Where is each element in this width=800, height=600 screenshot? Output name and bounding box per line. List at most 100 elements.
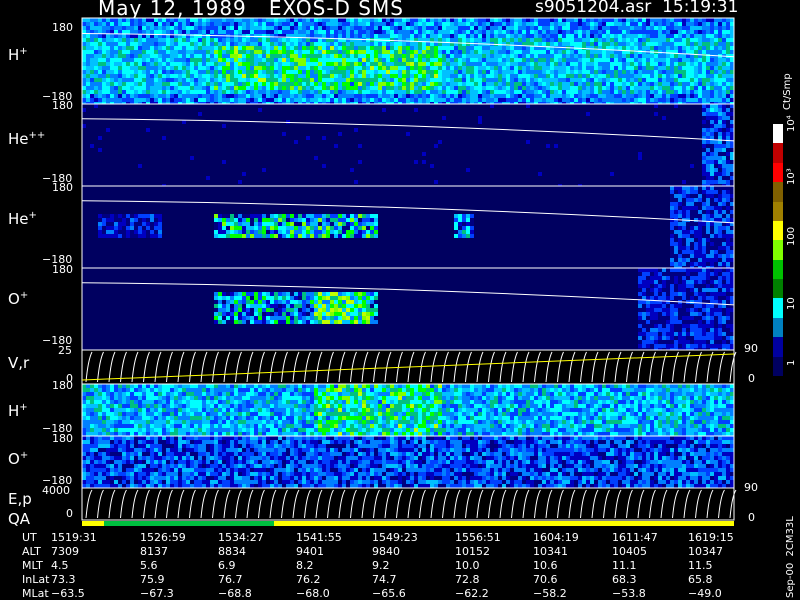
- panel-label-ep: E,p: [8, 490, 32, 508]
- table-cell: 10405: [612, 545, 647, 558]
- colorbar-segment: [773, 259, 783, 279]
- colorbar-segment: [773, 201, 783, 221]
- panel-he-plus: [81, 185, 735, 270]
- table-row-label: InLat: [22, 573, 50, 586]
- table-cell: 68.3: [612, 573, 637, 586]
- tick-h2-top: 180: [52, 379, 73, 392]
- panel-o-plus-2: [81, 435, 735, 489]
- colorbar-tick: 100: [786, 226, 797, 246]
- table-cell: 1534:27: [218, 531, 264, 544]
- colorbar-segment: [773, 143, 783, 163]
- panel-label-vr: V,r: [8, 354, 30, 372]
- table-cell: 8137: [140, 545, 168, 558]
- table-cell: 1619:15: [688, 531, 734, 544]
- table-cell: 9840: [372, 545, 400, 558]
- table-row-label: UT: [22, 531, 37, 544]
- table-cell: −53.8: [612, 587, 646, 600]
- tick-ep-right-bottom: 0: [748, 511, 755, 524]
- colorbar-segment: [773, 298, 783, 318]
- tick-ep-right-top: 90: [744, 481, 758, 494]
- table-cell: 1519:31: [51, 531, 97, 544]
- table-cell: 1611:47: [612, 531, 658, 544]
- table-cell: −68.8: [218, 587, 252, 600]
- table-cell: 10.0: [455, 559, 480, 572]
- colorbar-tick: 10³: [786, 168, 797, 185]
- table-cell: 5.6: [140, 559, 158, 572]
- colorbar-segment: [773, 162, 783, 183]
- tick-vr-top: 25: [58, 344, 72, 357]
- table-cell: 1604:19: [533, 531, 579, 544]
- panel-label-qa: QA: [8, 510, 31, 528]
- table-cell: 9401: [296, 545, 324, 558]
- tick-vr-right-top: 90: [744, 342, 758, 355]
- table-cell: 74.7: [372, 573, 397, 586]
- tick-hep-top: 180: [52, 181, 73, 194]
- colorbar-segment: [773, 356, 783, 376]
- table-cell: 76.2: [296, 573, 321, 586]
- tick-hepp-top: 180: [52, 99, 73, 112]
- table-cell: −62.2: [455, 587, 489, 600]
- colorbar-segment: [773, 279, 783, 299]
- table-cell: −49.0: [688, 587, 722, 600]
- tick-vr-right-bottom: 0: [748, 372, 755, 385]
- colorbar-segment: [773, 317, 783, 338]
- tick-o2-top: 180: [52, 432, 73, 445]
- table-cell: 10152: [455, 545, 490, 558]
- plot-area: [81, 17, 737, 526]
- table-cell: −63.5: [51, 587, 85, 600]
- colorbar-segment: [773, 182, 783, 202]
- panel-h-plus-2: [81, 383, 735, 437]
- table-cell: 75.9: [140, 573, 165, 586]
- panel-o-plus: [81, 267, 735, 352]
- table-cell: −65.6: [372, 587, 406, 600]
- tick-ep-top: 4000: [42, 484, 70, 497]
- table-cell: 4.5: [51, 559, 69, 572]
- table-cell: 1526:59: [140, 531, 186, 544]
- colorbar: [773, 124, 783, 376]
- tick-h-top: 180: [52, 21, 73, 34]
- colorbar-tick: 10⁴: [786, 115, 797, 132]
- table-cell: 11.1: [612, 559, 637, 572]
- table-cell: −67.3: [140, 587, 174, 600]
- panel-label-h-plus-2: H+: [8, 402, 28, 420]
- table-cell: 8.2: [296, 559, 314, 572]
- panel-h-plus: [81, 17, 735, 106]
- table-cell: 76.7: [218, 573, 243, 586]
- table-cell: 65.8: [688, 573, 713, 586]
- table-cell: 1556:51: [455, 531, 501, 544]
- table-row-label: MLat: [22, 587, 49, 600]
- panel-he-pp: [81, 103, 735, 188]
- table-row-label: ALT: [22, 545, 41, 558]
- panel-vr: [81, 349, 737, 385]
- table-cell: 9.2: [372, 559, 390, 572]
- table-cell: 10.6: [533, 559, 558, 572]
- table-cell: 11.5: [688, 559, 713, 572]
- table-cell: 8834: [218, 545, 246, 558]
- colorbar-unit: Ct/Smp: [782, 73, 793, 110]
- spectrogram-figure: May 12, 1989 EXOS-D SMS s9051204.asr 15:…: [0, 0, 800, 600]
- colorbar-segment: [773, 220, 783, 241]
- table-cell: 1549:23: [372, 531, 418, 544]
- table-cell: 10347: [688, 545, 723, 558]
- table-cell: 73.3: [51, 573, 76, 586]
- colorbar-tick: 10: [786, 297, 797, 310]
- table-cell: 70.6: [533, 573, 558, 586]
- qa-bar: [82, 521, 734, 526]
- colorbar-tick: 1: [786, 359, 797, 366]
- table-cell: 10341: [533, 545, 568, 558]
- table-row-label: MLT: [22, 559, 43, 572]
- colorbar-segment: [773, 337, 783, 357]
- tick-op-top: 180: [52, 263, 73, 276]
- table-cell: −68.0: [296, 587, 330, 600]
- panel-label-h-plus: H+: [8, 46, 28, 64]
- colorbar-segment: [773, 124, 783, 144]
- tick-ep-bottom: 0: [66, 507, 73, 520]
- side-note: Sep-00 2CM33L: [785, 516, 796, 598]
- panel-ep: [81, 487, 737, 521]
- table-cell: 6.9: [218, 559, 236, 572]
- panel-label-he-plus: He+: [8, 210, 37, 228]
- colorbar-segment: [773, 240, 783, 260]
- panel-label-o-plus: O+: [8, 290, 29, 308]
- table-cell: 1541:55: [296, 531, 342, 544]
- table-cell: 7309: [51, 545, 79, 558]
